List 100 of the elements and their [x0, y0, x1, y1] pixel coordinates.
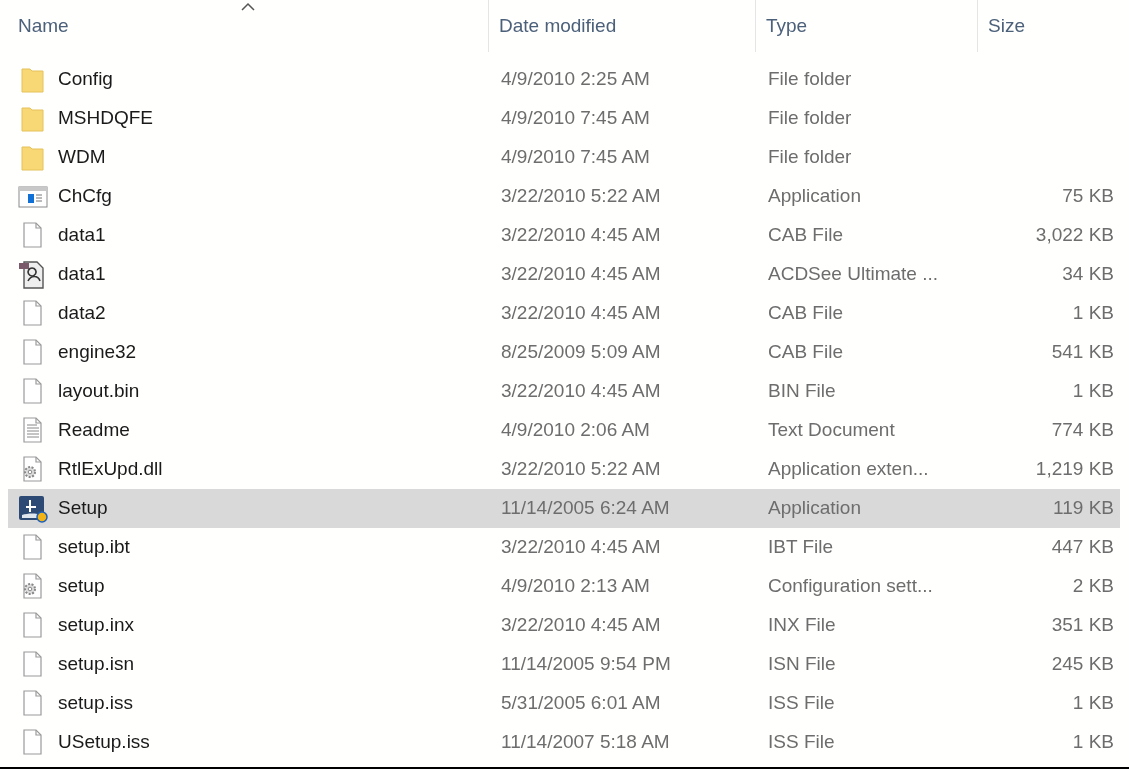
file-name: data1 [58, 223, 106, 248]
date-modified: 3/22/2010 4:45 AM [500, 613, 662, 638]
folder-icon [21, 66, 45, 93]
date-modified: 4/9/2010 2:13 AM [500, 574, 651, 599]
file-name: WDM [58, 145, 106, 170]
gear-file-icon [21, 455, 45, 484]
date-modified: 4/9/2010 7:45 AM [500, 145, 651, 170]
file-name: MSHDQFE [58, 106, 153, 131]
column-header[interactable]: Date modified [488, 0, 755, 52]
file-type: CAB File [767, 301, 844, 326]
date-modified: 3/22/2010 4:45 AM [500, 379, 662, 404]
date-modified: 11/14/2005 9:54 PM [500, 652, 672, 677]
date-modified: 3/22/2010 4:45 AM [500, 262, 662, 287]
file-type: File folder [767, 67, 853, 92]
file-row[interactable]: Config 4/9/2010 2:25 AM File folder [8, 60, 1120, 99]
file-name: Setup [58, 496, 108, 521]
date-modified: 8/25/2009 5:09 AM [500, 340, 662, 365]
file-name: setup.ibt [58, 535, 130, 560]
file-row[interactable]: MSHDQFE 4/9/2010 7:45 AM File folder [8, 99, 1120, 138]
blank-file-icon [21, 338, 45, 367]
file-type: Configuration sett... [767, 574, 934, 599]
file-type: BIN File [767, 379, 837, 404]
file-type: CAB File [767, 223, 844, 248]
file-type: Application [767, 496, 862, 521]
file-size: 351 KB [1051, 613, 1114, 638]
file-name: Readme [58, 418, 130, 443]
folder-icon [21, 144, 45, 171]
file-name: Config [58, 67, 113, 92]
file-type: File folder [767, 106, 853, 131]
date-modified: 5/31/2005 6:01 AM [500, 691, 662, 716]
blank-file-icon [21, 650, 45, 679]
file-row[interactable]: RtlExUpd.dll 3/22/2010 5:22 AM Application exten... 1,219 KB [8, 450, 1120, 489]
blank-file-icon [21, 611, 45, 640]
blank-file-icon [21, 377, 45, 406]
file-name: RtlExUpd.dll [58, 457, 163, 482]
file-type: ACDSee Ultimate ... [767, 262, 939, 287]
date-modified: 3/22/2010 4:45 AM [500, 301, 662, 326]
file-type: Text Document [767, 418, 896, 443]
file-row[interactable]: engine32 8/25/2009 5:09 AM CAB File 541 KB [8, 333, 1120, 372]
file-row[interactable]: setup.inx 3/22/2010 4:45 AM INX File 351 KB [8, 606, 1120, 645]
file-name: data2 [58, 301, 106, 326]
date-modified: 11/14/2007 5:18 AM [500, 730, 671, 755]
file-name: data1 [58, 262, 106, 287]
blank-file-icon [21, 221, 45, 250]
file-name: setup.isn [58, 652, 135, 677]
file-size: 1,219 KB [1035, 457, 1114, 482]
file-type: File folder [767, 145, 853, 170]
column-header[interactable]: Size [977, 0, 1120, 52]
file-row[interactable]: data1 3/22/2010 4:45 AM CAB File 3,022 KB [8, 216, 1120, 255]
file-type: ISS File [767, 691, 836, 716]
file-row[interactable]: setup.ibt 3/22/2010 4:45 AM IBT File 447 KB [8, 528, 1120, 567]
blank-file-icon [21, 299, 45, 328]
file-row[interactable]: USetup.iss 11/14/2007 5:18 AM ISS File 1 KB [8, 723, 1120, 762]
file-type: IBT File [767, 535, 835, 560]
file-size: 119 KB [1053, 496, 1114, 521]
file-size: 541 KB [1051, 340, 1114, 365]
file-size: 2 KB [1072, 574, 1114, 599]
file-row[interactable]: setup.isn 11/14/2005 9:54 PM ISN File 245 KB [8, 645, 1120, 684]
application-window-icon [18, 184, 48, 209]
file-type: CAB File [767, 340, 844, 365]
sort-ascending-icon [240, 2, 256, 12]
file-row[interactable]: WDM 4/9/2010 7:45 AM File folder [8, 138, 1120, 177]
date-modified: 4/9/2010 7:45 AM [500, 106, 651, 131]
file-size: 1 KB [1072, 379, 1114, 404]
file-type: Application exten... [767, 457, 930, 482]
file-name: ChCfg [58, 184, 112, 209]
blank-file-icon [21, 689, 45, 718]
file-type: Application [767, 184, 862, 209]
installer-icon [18, 494, 48, 523]
file-name: USetup.iss [58, 730, 150, 755]
file-size: 245 KB [1051, 652, 1114, 677]
file-row[interactable]: ChCfg 3/22/2010 5:22 AM Application 75 KB [8, 177, 1120, 216]
file-name: setup.inx [58, 613, 135, 638]
column-header[interactable]: Type [755, 0, 977, 52]
file-row[interactable]: setup 4/9/2010 2:13 AM Configuration sett... 2 KB [8, 567, 1120, 606]
file-row[interactable]: data1 3/22/2010 4:45 AM ACDSee Ultimate ... 34 KB [8, 255, 1120, 294]
file-size: 1 KB [1072, 730, 1114, 755]
date-modified: 4/9/2010 2:06 AM [500, 418, 651, 443]
file-name: engine32 [58, 340, 137, 365]
file-row[interactable]: setup.iss 5/31/2005 6:01 AM ISS File 1 KB [8, 684, 1120, 723]
file-type: INX File [767, 613, 837, 638]
date-modified: 4/9/2010 2:25 AM [500, 67, 651, 92]
file-size: 447 KB [1051, 535, 1114, 560]
file-row[interactable]: Readme 4/9/2010 2:06 AM Text Document 774 KB [8, 411, 1120, 450]
blank-file-icon [21, 728, 45, 757]
folder-icon [21, 105, 45, 132]
date-modified: 3/22/2010 5:22 AM [500, 457, 662, 482]
text-document-icon [21, 416, 45, 445]
file-row[interactable]: layout.bin 3/22/2010 4:45 AM BIN File 1 KB [8, 372, 1120, 411]
file-size: 34 KB [1062, 262, 1114, 287]
file-size: 1 KB [1072, 301, 1114, 326]
file-name: layout.bin [58, 379, 140, 404]
column-header[interactable]: Name [8, 0, 488, 52]
file-row[interactable]: Setup 11/14/2005 6:24 AM Application 119 KB [8, 489, 1120, 528]
file-size: 774 KB [1051, 418, 1114, 443]
file-size: 1 KB [1072, 691, 1114, 716]
file-name: setup.iss [58, 691, 133, 716]
file-row[interactable]: data2 3/22/2010 4:45 AM CAB File 1 KB [8, 294, 1120, 333]
date-modified: 11/14/2005 6:24 AM [500, 496, 671, 521]
date-modified: 3/22/2010 4:45 AM [500, 223, 662, 248]
